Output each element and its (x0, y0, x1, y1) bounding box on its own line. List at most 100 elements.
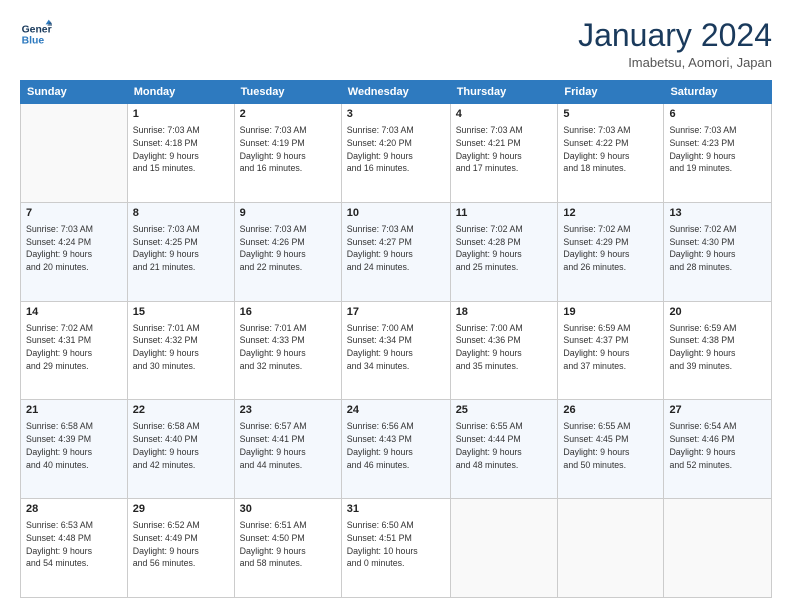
calendar-week-row: 14Sunrise: 7:02 AMSunset: 4:31 PMDayligh… (21, 301, 772, 400)
calendar-week-row: 7Sunrise: 7:03 AMSunset: 4:24 PMDaylight… (21, 202, 772, 301)
day-info: Sunrise: 6:59 AMSunset: 4:38 PMDaylight:… (669, 322, 766, 373)
day-info: Sunrise: 7:00 AMSunset: 4:36 PMDaylight:… (456, 322, 553, 373)
table-row: 4Sunrise: 7:03 AMSunset: 4:21 PMDaylight… (450, 104, 558, 203)
col-wednesday: Wednesday (341, 81, 450, 104)
col-friday: Friday (558, 81, 664, 104)
day-number: 12 (563, 206, 658, 222)
day-info: Sunrise: 6:51 AMSunset: 4:50 PMDaylight:… (240, 519, 336, 570)
day-info: Sunrise: 6:57 AMSunset: 4:41 PMDaylight:… (240, 420, 336, 471)
day-info: Sunrise: 7:03 AMSunset: 4:24 PMDaylight:… (26, 223, 122, 274)
table-row: 16Sunrise: 7:01 AMSunset: 4:33 PMDayligh… (234, 301, 341, 400)
day-info: Sunrise: 7:03 AMSunset: 4:18 PMDaylight:… (133, 124, 229, 175)
day-number: 8 (133, 206, 229, 222)
logo: General Blue (20, 18, 52, 50)
table-row: 17Sunrise: 7:00 AMSunset: 4:34 PMDayligh… (341, 301, 450, 400)
table-row: 23Sunrise: 6:57 AMSunset: 4:41 PMDayligh… (234, 400, 341, 499)
svg-text:General: General (22, 24, 52, 35)
col-saturday: Saturday (664, 81, 772, 104)
day-number: 19 (563, 305, 658, 321)
page: General Blue January 2024 Imabetsu, Aomo… (0, 0, 792, 612)
header: General Blue January 2024 Imabetsu, Aomo… (20, 18, 772, 70)
col-thursday: Thursday (450, 81, 558, 104)
table-row: 14Sunrise: 7:02 AMSunset: 4:31 PMDayligh… (21, 301, 128, 400)
table-row: 1Sunrise: 7:03 AMSunset: 4:18 PMDaylight… (127, 104, 234, 203)
day-info: Sunrise: 7:03 AMSunset: 4:25 PMDaylight:… (133, 223, 229, 274)
day-info: Sunrise: 6:55 AMSunset: 4:45 PMDaylight:… (563, 420, 658, 471)
svg-text:Blue: Blue (22, 36, 45, 47)
table-row: 30Sunrise: 6:51 AMSunset: 4:50 PMDayligh… (234, 499, 341, 598)
table-row: 27Sunrise: 6:54 AMSunset: 4:46 PMDayligh… (664, 400, 772, 499)
calendar-week-row: 1Sunrise: 7:03 AMSunset: 4:18 PMDaylight… (21, 104, 772, 203)
day-number: 30 (240, 502, 336, 518)
day-info: Sunrise: 6:55 AMSunset: 4:44 PMDaylight:… (456, 420, 553, 471)
col-sunday: Sunday (21, 81, 128, 104)
day-number: 27 (669, 403, 766, 419)
calendar-week-row: 21Sunrise: 6:58 AMSunset: 4:39 PMDayligh… (21, 400, 772, 499)
day-info: Sunrise: 7:01 AMSunset: 4:32 PMDaylight:… (133, 322, 229, 373)
day-number: 9 (240, 206, 336, 222)
day-info: Sunrise: 6:58 AMSunset: 4:39 PMDaylight:… (26, 420, 122, 471)
day-number: 21 (26, 403, 122, 419)
table-row (558, 499, 664, 598)
day-number: 20 (669, 305, 766, 321)
table-row: 5Sunrise: 7:03 AMSunset: 4:22 PMDaylight… (558, 104, 664, 203)
day-info: Sunrise: 6:56 AMSunset: 4:43 PMDaylight:… (347, 420, 445, 471)
day-info: Sunrise: 7:02 AMSunset: 4:31 PMDaylight:… (26, 322, 122, 373)
table-row (21, 104, 128, 203)
table-row: 10Sunrise: 7:03 AMSunset: 4:27 PMDayligh… (341, 202, 450, 301)
day-info: Sunrise: 7:03 AMSunset: 4:22 PMDaylight:… (563, 124, 658, 175)
day-number: 17 (347, 305, 445, 321)
table-row: 2Sunrise: 7:03 AMSunset: 4:19 PMDaylight… (234, 104, 341, 203)
table-row: 26Sunrise: 6:55 AMSunset: 4:45 PMDayligh… (558, 400, 664, 499)
subtitle: Imabetsu, Aomori, Japan (578, 55, 772, 70)
day-number: 14 (26, 305, 122, 321)
col-monday: Monday (127, 81, 234, 104)
day-number: 5 (563, 107, 658, 123)
day-info: Sunrise: 7:03 AMSunset: 4:21 PMDaylight:… (456, 124, 553, 175)
table-row: 24Sunrise: 6:56 AMSunset: 4:43 PMDayligh… (341, 400, 450, 499)
table-row: 15Sunrise: 7:01 AMSunset: 4:32 PMDayligh… (127, 301, 234, 400)
table-row: 29Sunrise: 6:52 AMSunset: 4:49 PMDayligh… (127, 499, 234, 598)
day-info: Sunrise: 6:53 AMSunset: 4:48 PMDaylight:… (26, 519, 122, 570)
day-number: 2 (240, 107, 336, 123)
day-number: 6 (669, 107, 766, 123)
table-row: 8Sunrise: 7:03 AMSunset: 4:25 PMDaylight… (127, 202, 234, 301)
logo-icon: General Blue (20, 18, 52, 50)
day-info: Sunrise: 6:54 AMSunset: 4:46 PMDaylight:… (669, 420, 766, 471)
main-title: January 2024 (578, 18, 772, 53)
calendar-table: Sunday Monday Tuesday Wednesday Thursday… (20, 80, 772, 598)
day-number: 4 (456, 107, 553, 123)
col-tuesday: Tuesday (234, 81, 341, 104)
day-number: 26 (563, 403, 658, 419)
table-row: 9Sunrise: 7:03 AMSunset: 4:26 PMDaylight… (234, 202, 341, 301)
table-row: 18Sunrise: 7:00 AMSunset: 4:36 PMDayligh… (450, 301, 558, 400)
day-number: 25 (456, 403, 553, 419)
day-number: 15 (133, 305, 229, 321)
title-block: January 2024 Imabetsu, Aomori, Japan (578, 18, 772, 70)
day-info: Sunrise: 6:58 AMSunset: 4:40 PMDaylight:… (133, 420, 229, 471)
day-number: 1 (133, 107, 229, 123)
day-number: 22 (133, 403, 229, 419)
day-number: 11 (456, 206, 553, 222)
day-number: 31 (347, 502, 445, 518)
table-row: 19Sunrise: 6:59 AMSunset: 4:37 PMDayligh… (558, 301, 664, 400)
day-info: Sunrise: 6:50 AMSunset: 4:51 PMDaylight:… (347, 519, 445, 570)
table-row: 20Sunrise: 6:59 AMSunset: 4:38 PMDayligh… (664, 301, 772, 400)
day-info: Sunrise: 7:01 AMSunset: 4:33 PMDaylight:… (240, 322, 336, 373)
day-number: 10 (347, 206, 445, 222)
day-info: Sunrise: 7:03 AMSunset: 4:23 PMDaylight:… (669, 124, 766, 175)
calendar-week-row: 28Sunrise: 6:53 AMSunset: 4:48 PMDayligh… (21, 499, 772, 598)
day-info: Sunrise: 7:03 AMSunset: 4:27 PMDaylight:… (347, 223, 445, 274)
day-info: Sunrise: 6:52 AMSunset: 4:49 PMDaylight:… (133, 519, 229, 570)
table-row: 3Sunrise: 7:03 AMSunset: 4:20 PMDaylight… (341, 104, 450, 203)
day-number: 16 (240, 305, 336, 321)
day-number: 28 (26, 502, 122, 518)
day-info: Sunrise: 7:02 AMSunset: 4:30 PMDaylight:… (669, 223, 766, 274)
day-number: 3 (347, 107, 445, 123)
day-number: 24 (347, 403, 445, 419)
table-row: 13Sunrise: 7:02 AMSunset: 4:30 PMDayligh… (664, 202, 772, 301)
table-row: 11Sunrise: 7:02 AMSunset: 4:28 PMDayligh… (450, 202, 558, 301)
weekday-header-row: Sunday Monday Tuesday Wednesday Thursday… (21, 81, 772, 104)
table-row: 22Sunrise: 6:58 AMSunset: 4:40 PMDayligh… (127, 400, 234, 499)
day-number: 29 (133, 502, 229, 518)
